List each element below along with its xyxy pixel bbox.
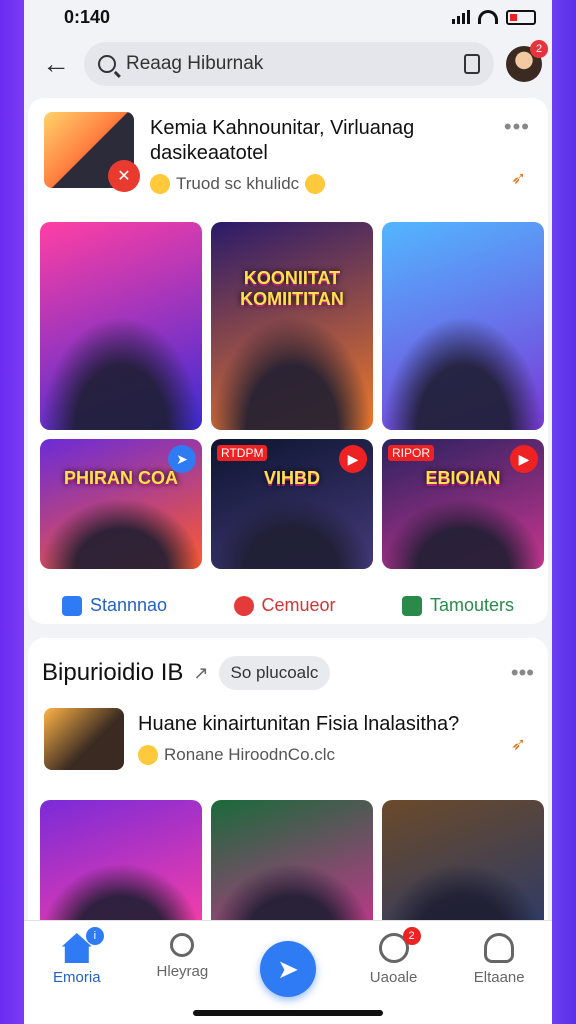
section-header: Bipurioidio IB ↗ So plucoalc ••• [28,638,548,690]
media-tile[interactable]: RTDPM VIHBD ▶ [211,439,373,569]
post-thumbnail[interactable] [44,708,124,770]
notification-badge: 2 [530,40,548,58]
post-subtitle-text: Truod sc khulidc [176,174,300,193]
media-tile[interactable] [382,800,544,940]
avatar[interactable]: 2 [506,40,548,82]
tile-label: KOONIITAT KOMIITITAN [240,267,344,309]
share-arrow-icon[interactable]: ➶ [511,734,526,755]
signal-icon [452,10,470,24]
tile-tag: RTDPM [217,445,268,461]
post-thumbnail[interactable]: ✕ [44,112,140,192]
search-icon [170,933,195,957]
tab-home[interactable]: i Emoria [32,927,122,1024]
share-button[interactable]: Tamouters [401,595,514,616]
media-tile[interactable]: KOONIITAT KOMIITITAN [211,222,373,430]
post-title[interactable]: Kemia Kahnounitar, Virluanag dasikeaatot… [150,116,450,166]
tile-label: PHIRAN COA [63,467,178,488]
tab-profile[interactable]: Eltaane [454,933,544,1024]
like-icon [62,595,82,616]
tab-label: Emoria [53,969,101,986]
media-tile[interactable]: RIPOR EBIOIAN ▶ [382,439,544,569]
post-card: ✕ Kemia Kahnounitar, Virluanag dasikeaat… [28,98,548,624]
play-icon[interactable]: ▶ [339,445,367,473]
share-label: Tamouters [429,595,514,615]
emoji-icon [150,174,170,194]
tile-scene [40,315,202,430]
section-title: Bipurioidio IB [42,659,184,686]
home-indicator[interactable] [193,1010,383,1016]
share-arrow-icon[interactable]: ➶ [511,168,526,189]
status-icons [452,9,536,25]
comment-button[interactable]: Cemueor [233,595,336,616]
media-tile[interactable] [40,800,202,940]
top-header: ← Reaag Hiburnak 2 [24,34,552,94]
filter-chip[interactable]: So plucoalc [218,656,331,690]
share-icon [401,595,422,616]
tile-scene [382,497,544,569]
chevron-right-icon: ↗ [193,662,209,683]
tile-scene [211,315,373,430]
post-subtitle-text: Ronane HiroodnCo.clc [164,745,336,764]
send-icon[interactable]: ➤ [168,445,196,473]
bookmark-icon[interactable] [464,54,480,74]
post-row[interactable]: Huane kinairtunitan Fisia lnalasitha? Ro… [28,690,548,770]
tab-badge: 2 [402,927,421,945]
tab-label: Uaoale [369,969,418,986]
media-tile[interactable] [40,222,202,430]
section-card: Bipurioidio IB ↗ So plucoalc ••• Huane k… [28,638,548,940]
tile-label: VIHBD [263,467,320,488]
status-time: 0:140 [64,6,111,27]
more-options-icon[interactable]: ••• [511,660,534,686]
status-bar: 0:140 [24,0,552,34]
comment-label: Cemueor [261,595,336,615]
media-grid: KOONIITAT KOMIITITAN PHIRAN COA ➤ RTDPM VIHB… [28,222,548,569]
post-actions: Stannnao Cemueor Tamouters [28,595,548,616]
media-grid [28,800,548,940]
tile-label: EBIOIAN [425,467,501,488]
post-subtitle: Ronane HiroodnCo.clc [138,745,532,765]
tile-scene [211,497,373,569]
phone-screen: 0:140 ← Reaag Hiburnak 2 ✕ Kemia Kahnoun… [24,0,552,1024]
tile-scene [382,315,544,430]
search-bar[interactable]: Reaag Hiburnak [84,42,494,86]
post-header: ✕ Kemia Kahnounitar, Virluanag dasikeaat… [28,98,548,194]
more-options-icon[interactable]: ••• [504,114,530,140]
battery-icon [506,9,536,25]
media-tile[interactable]: PHIRAN COA ➤ [40,439,202,569]
emoji-icon [138,745,158,765]
like-button[interactable]: Stannnao [62,595,167,616]
tile-tag: RIPOR [388,445,435,461]
wifi-icon [478,10,498,24]
search-text: Reaag Hiburnak [126,53,264,74]
tab-label: Eltaane [473,969,525,986]
post-title[interactable]: Huane kinairtunitan Fisia lnalasitha? [138,712,532,737]
play-icon[interactable]: ▶ [510,445,538,473]
media-tile[interactable] [382,222,544,430]
send-icon[interactable]: ➤ [259,941,316,997]
emoji-icon [305,174,326,194]
tab-label: Hleyrag [156,963,209,980]
post-subtitle: Truod sc khulidc [150,174,532,194]
back-arrow-icon[interactable]: ← [42,48,72,80]
media-tile[interactable] [211,800,373,940]
like-label: Stannnao [90,595,168,615]
tools-icon: ✕ [108,160,140,192]
search-icon [98,55,116,73]
tab-badge: i [85,927,104,945]
person-icon [484,933,515,963]
heart-icon [233,595,254,616]
tile-scene [40,497,202,569]
bottom-tab-bar: i Emoria Hleyrag ➤ 2 Uaoale Eltaane [24,920,552,1024]
